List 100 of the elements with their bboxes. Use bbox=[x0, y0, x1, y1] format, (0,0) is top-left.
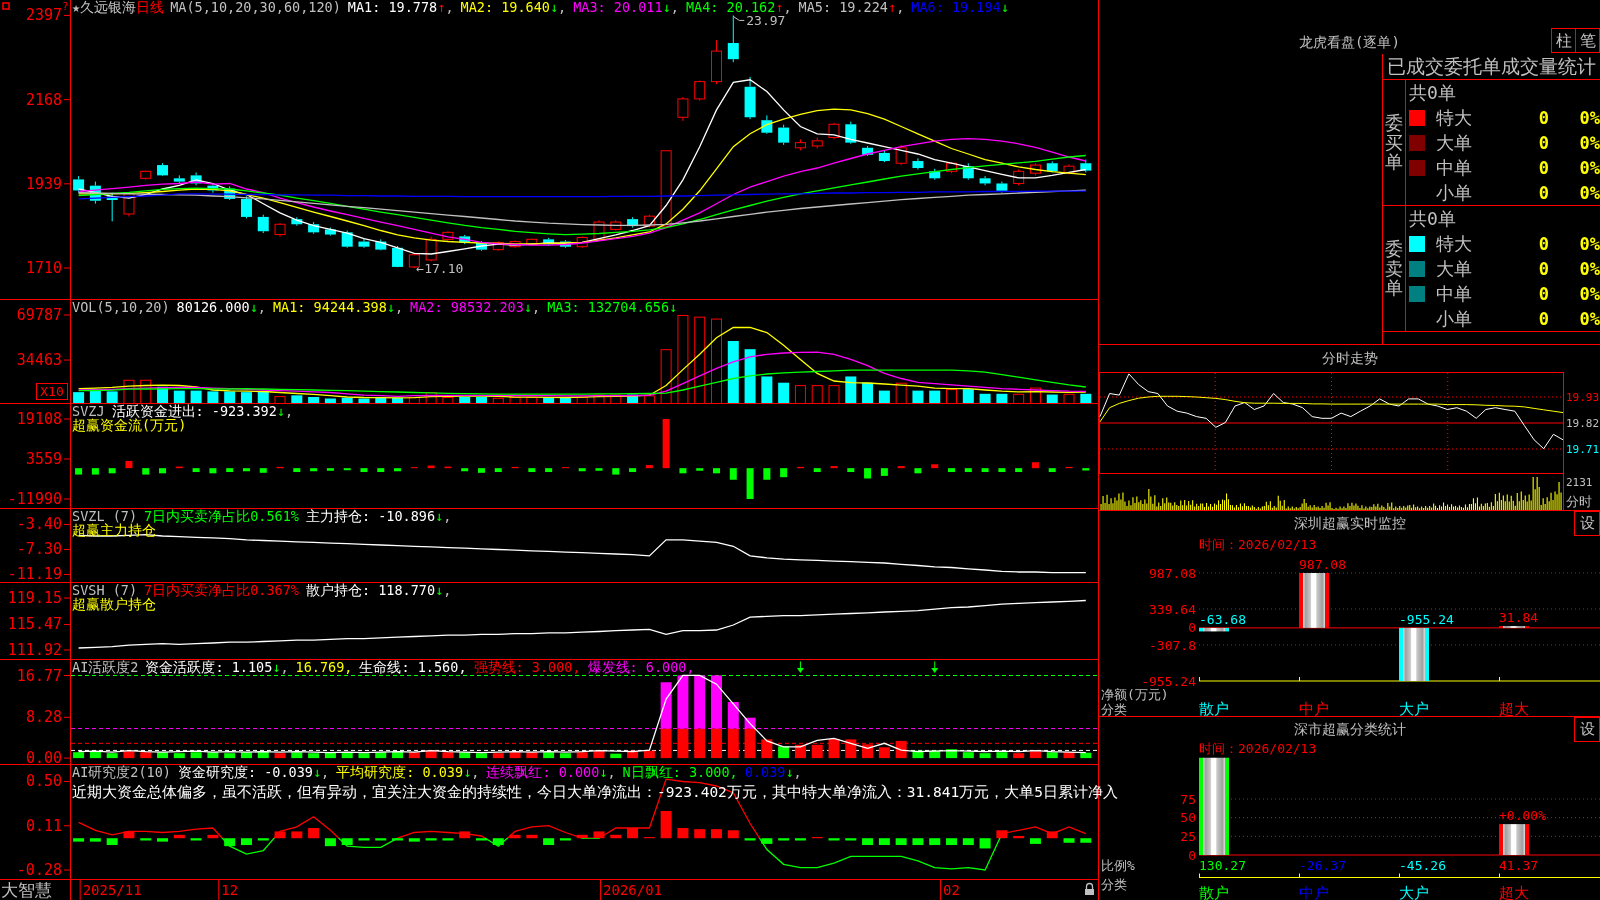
separator: , bbox=[670, 0, 679, 14]
indicator-name: AI活跃度2 bbox=[72, 660, 139, 674]
value-label: 41.37 bbox=[1499, 858, 1539, 873]
axis-title: 比例% bbox=[1101, 858, 1135, 873]
legend-value: 80126.000 bbox=[176, 300, 250, 314]
legend-value: 主力持仓: -10.896 bbox=[305, 509, 436, 523]
order-size-label: 中单 bbox=[1436, 281, 1472, 306]
separator: , bbox=[443, 583, 452, 597]
annotation: 23.97 bbox=[746, 13, 786, 29]
value-label: 130.27 bbox=[1199, 858, 1246, 873]
group-label: 委买单 bbox=[1385, 112, 1403, 173]
axis-label: -307.8 bbox=[1149, 637, 1196, 653]
separator: , bbox=[607, 765, 616, 779]
order-size-label: 小单 bbox=[1436, 180, 1472, 205]
axis-title: 分类 bbox=[1101, 877, 1127, 892]
legend-value: 0.039 bbox=[744, 765, 786, 779]
axis-label: 0 bbox=[1188, 620, 1196, 636]
axis-label: 0.00 bbox=[25, 749, 62, 765]
legend-value: 7日内买卖净占比0.367% bbox=[144, 583, 299, 597]
trend-arrow: ↓ bbox=[662, 0, 671, 14]
axis-label: 19.71 bbox=[1566, 442, 1600, 456]
value-label: 31.84 bbox=[1499, 610, 1539, 626]
trend-arrow: ↓ bbox=[272, 660, 281, 674]
order-percent: 0% bbox=[1579, 233, 1600, 254]
legend-value: 生命线: 1.560, bbox=[359, 660, 467, 674]
axis-label: 1939 bbox=[25, 174, 62, 193]
legend-value: N日飘红: 3.000, bbox=[622, 765, 738, 779]
legend-value: 强势线: 3.000, bbox=[473, 660, 581, 674]
trend-arrow: ↓ bbox=[249, 300, 258, 314]
separator: , bbox=[257, 300, 266, 314]
order-count: 0 bbox=[1538, 283, 1549, 304]
section-title: 分时走势 bbox=[1321, 349, 1378, 368]
category-label: 中户 bbox=[1299, 884, 1329, 900]
trend-arrow: ↑ bbox=[437, 0, 446, 14]
app-name: 大智慧 bbox=[1, 880, 52, 900]
legend-value: MA2: 19.640 bbox=[460, 0, 550, 14]
order-size-label: 大单 bbox=[1436, 256, 1472, 281]
separator: , bbox=[471, 765, 480, 779]
axis-label: 19108 bbox=[16, 410, 62, 428]
high-price-label: 23.97 bbox=[732, 13, 786, 29]
separator: , bbox=[321, 765, 330, 779]
axis-label: 34463 bbox=[16, 351, 62, 370]
legend-value: 散户持仓: 118.770 bbox=[305, 583, 436, 597]
legend-value: 活跃资金进出: -923.392 bbox=[111, 404, 277, 418]
legend-value: MA1: 94244.398 bbox=[273, 300, 387, 314]
order-count: 0 bbox=[1538, 157, 1549, 178]
unit-label: 分时 bbox=[1566, 494, 1592, 509]
separator: , bbox=[445, 0, 454, 14]
axis-title: 分类 bbox=[1101, 702, 1127, 716]
separator: , bbox=[280, 660, 289, 674]
indicator-name: SVZJ bbox=[72, 404, 105, 418]
axis-label: -11.19 bbox=[7, 565, 62, 583]
indicator-subtitle: 超赢主力持仓 bbox=[72, 523, 156, 537]
category-label: 散户 bbox=[1199, 884, 1229, 900]
axis-title: 净额(万元) bbox=[1101, 687, 1169, 702]
group-label: 委卖单 bbox=[1385, 238, 1403, 299]
category-label: 超大 bbox=[1499, 884, 1529, 900]
separator: , bbox=[443, 509, 452, 523]
date-label: 12 bbox=[221, 882, 239, 898]
axis-label: 50 bbox=[1180, 810, 1196, 826]
order-size-label: 特大 bbox=[1436, 231, 1472, 256]
trend-arrow: ↑ bbox=[888, 0, 897, 14]
order-size-label: 中单 bbox=[1436, 155, 1472, 180]
axis-label: -7.30 bbox=[16, 540, 62, 559]
stock-name: ★久远银海 bbox=[72, 0, 137, 14]
axis-label: -955.24 bbox=[1141, 673, 1196, 689]
value-label: -26.37 bbox=[1299, 858, 1346, 873]
legend-value: MA2: 98532.203 bbox=[410, 300, 524, 314]
order-percent: 0% bbox=[1579, 283, 1600, 304]
axis-label: 0.50 bbox=[25, 772, 62, 791]
axis-label: 16.77 bbox=[16, 666, 62, 685]
unit-label: X10 bbox=[36, 383, 68, 400]
trend-arrow: ↓ bbox=[463, 765, 472, 779]
order-percent: 0% bbox=[1579, 107, 1600, 128]
order-count: 0 bbox=[1538, 258, 1549, 279]
axis-label: 339.64 bbox=[1149, 601, 1196, 617]
order-size-label: 特大 bbox=[1436, 105, 1472, 130]
category-label: 中户 bbox=[1299, 700, 1329, 716]
indicator-name: VOL(5,10,20) bbox=[72, 300, 170, 314]
axis-label: -3.40 bbox=[16, 515, 62, 534]
axis-label: 987.08 bbox=[1149, 565, 1196, 581]
axis-label: 75 bbox=[1180, 791, 1196, 807]
order-percent: 0% bbox=[1579, 132, 1600, 153]
axis-label: 0.11 bbox=[25, 816, 62, 835]
separator: , bbox=[394, 300, 404, 314]
separator: , bbox=[896, 0, 905, 14]
section-title: 深圳超赢实时监控 bbox=[1293, 514, 1406, 533]
axis-label: 2397 bbox=[25, 6, 62, 25]
trend-arrow: ↓ bbox=[785, 765, 794, 779]
legend-value: MA4: 20.162 bbox=[685, 0, 776, 14]
indicator-name: MA(5,10,20,30,60,120) bbox=[170, 0, 341, 14]
legend-value: 爆发线: 6.000, bbox=[587, 660, 695, 674]
order-total: 共0单 bbox=[1409, 207, 1456, 231]
legend-value: MA1: 19.778 bbox=[347, 0, 438, 14]
axis-label: 119.15 bbox=[7, 589, 62, 608]
legend-value: 连续飘红: 0.000 bbox=[486, 765, 600, 779]
axis-label: -0.28 bbox=[16, 861, 62, 879]
trend-arrow: ↓ bbox=[435, 583, 444, 597]
order-count: 0 bbox=[1538, 107, 1549, 128]
order-percent: 0% bbox=[1579, 157, 1600, 178]
